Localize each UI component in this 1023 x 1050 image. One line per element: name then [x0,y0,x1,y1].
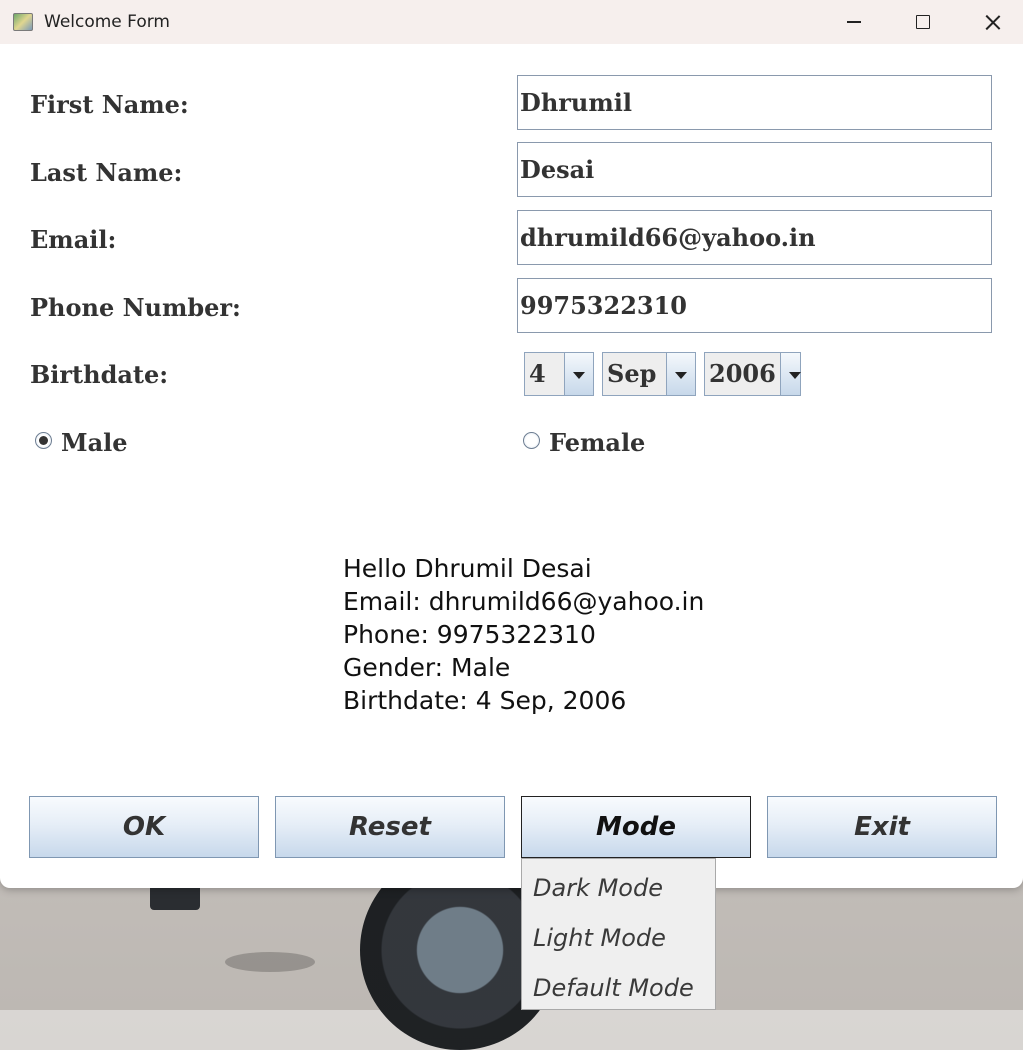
birthdate-label: Birthdate: [30,360,169,389]
gender-female-label[interactable]: Female [549,428,645,457]
app-icon [13,13,33,31]
minimize-button[interactable] [819,0,889,44]
chevron-down-icon[interactable] [667,353,695,395]
phone-field[interactable]: 9975322310 [517,278,992,333]
chevron-down-icon[interactable] [565,353,593,395]
output-birthdate: Birthdate: 4 Sep, 2006 [343,686,627,715]
exit-button[interactable]: Exit [767,796,997,858]
birth-day-value: 4 [525,353,565,395]
gender-female-radio[interactable] [523,432,540,449]
gender-male-radio[interactable] [35,432,52,449]
first-name-label: First Name: [30,90,189,119]
last-name-label: Last Name: [30,158,183,187]
output-greeting: Hello Dhrumil Desai [343,554,592,583]
output-gender: Gender: Male [343,653,511,682]
first-name-field[interactable]: Dhrumil [517,75,992,130]
gender-male-label[interactable]: Male [61,428,128,457]
greeting-output: Hello Dhrumil Desai Email: dhrumild66@ya… [343,552,704,717]
email-field[interactable]: dhrumild66@yahoo.in [517,210,992,265]
output-email: Email: dhrumild66@yahoo.in [343,587,705,616]
chevron-down-icon[interactable] [780,353,802,395]
birth-year-value: 2006 [705,353,781,395]
title-bar: Welcome Form [0,0,1023,44]
email-label: Email: [30,225,117,254]
close-button[interactable] [958,0,1023,44]
welcome-form-window: Welcome Form First Name: Dhrumil Last Na… [0,0,1023,888]
menu-item-default-mode[interactable]: Default Mode [522,959,715,1009]
menu-item-dark-mode[interactable]: Dark Mode [522,859,715,909]
birth-year-select[interactable]: 2006 [704,352,802,396]
desktop-background-spot [225,952,315,972]
birth-month-select[interactable]: Sep [602,352,696,396]
window-title: Welcome Form [44,12,170,32]
last-name-field[interactable]: Desai [517,142,992,197]
phone-label: Phone Number: [30,293,241,322]
ok-button[interactable]: OK [29,796,259,858]
birth-month-value: Sep [603,353,667,395]
maximize-button[interactable] [888,0,958,44]
menu-item-light-mode[interactable]: Light Mode [522,909,715,959]
reset-button[interactable]: Reset [275,796,505,858]
mode-dropdown-menu: Dark Mode Light Mode Default Mode [521,858,716,1010]
output-phone: Phone: 9975322310 [343,620,596,649]
birth-day-select[interactable]: 4 [524,352,594,396]
mode-button[interactable]: Mode [521,796,751,858]
